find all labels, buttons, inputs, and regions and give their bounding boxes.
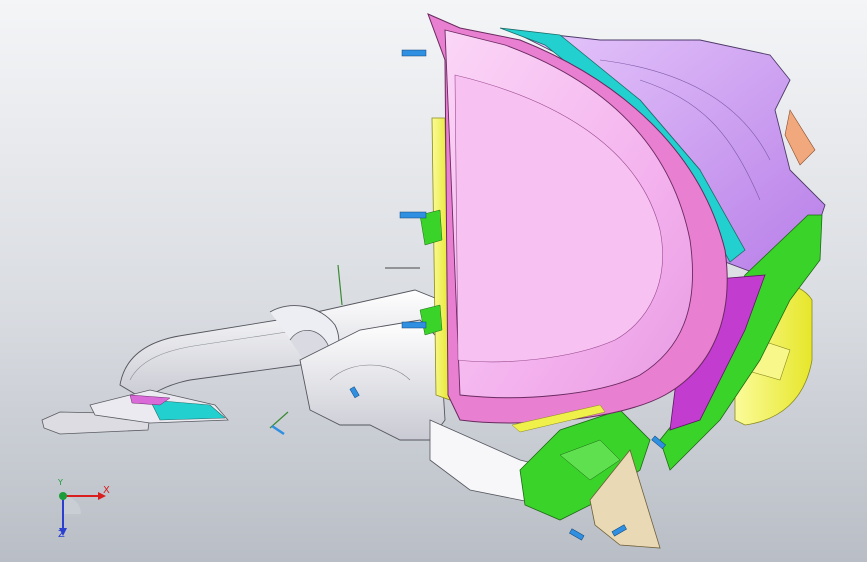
screw-bottom-left[interactable] xyxy=(569,528,585,541)
z-axis-label: Z xyxy=(58,529,65,540)
screw-mid[interactable] xyxy=(399,211,427,219)
cad-model-assembly[interactable] xyxy=(0,0,867,562)
screw-lower[interactable] xyxy=(401,321,427,329)
axis-triad: X Y Z xyxy=(40,478,120,548)
x-axis-label: X xyxy=(103,485,110,496)
y-axis-dot xyxy=(59,492,67,500)
screw-top[interactable] xyxy=(401,49,427,57)
cad-graphics-viewport[interactable]: X Y Z xyxy=(0,0,867,562)
y-axis-label: Y xyxy=(58,478,63,487)
remote-module[interactable] xyxy=(41,389,289,436)
